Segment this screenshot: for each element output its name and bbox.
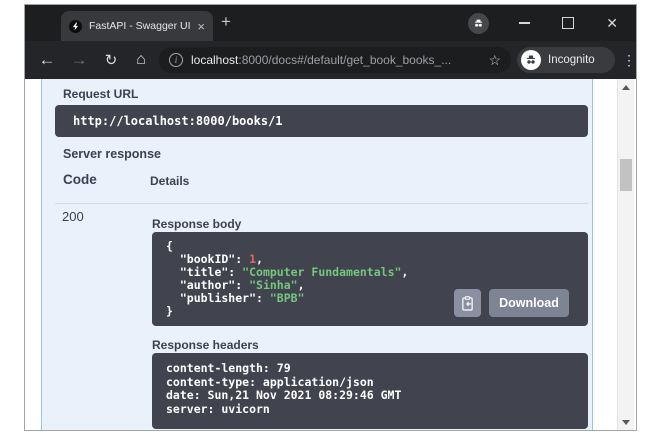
request-url-value: http://localhost:8000/books/1 bbox=[73, 114, 283, 128]
server-response-label: Server response bbox=[63, 147, 161, 161]
browser-titlebar: FastAPI - Swagger UI × + ✕ bbox=[25, 5, 636, 41]
request-url-box: http://localhost:8000/books/1 bbox=[55, 105, 588, 137]
browser-menu-icon[interactable]: ⋮ bbox=[621, 41, 637, 79]
reload-icon[interactable]: ↻ bbox=[98, 41, 124, 79]
address-bar[interactable]: i localhost:8000/docs#/default/get_book_… bbox=[159, 47, 511, 73]
response-headers-text: content-length: 79content-type: applicat… bbox=[166, 362, 574, 416]
browser-window: FastAPI - Swagger UI × + ✕ ← → ↻ ⌂ i loc… bbox=[24, 4, 637, 431]
tab-title: FastAPI - Swagger UI bbox=[89, 20, 191, 32]
incognito-label: Incognito bbox=[548, 54, 595, 66]
fastapi-favicon-icon bbox=[69, 20, 82, 33]
details-column-header: Details bbox=[150, 174, 189, 188]
swagger-page: Request URL http://localhost:8000/books/… bbox=[25, 79, 636, 431]
scroll-down-icon[interactable] bbox=[622, 420, 630, 425]
tab-close-icon[interactable]: × bbox=[197, 20, 205, 33]
swagger-operation-panel: Request URL http://localhost:8000/books/… bbox=[41, 79, 593, 431]
new-tab-icon[interactable]: + bbox=[221, 13, 231, 30]
url-text[interactable]: localhost:8000/docs#/default/get_book_bo… bbox=[191, 53, 482, 67]
browser-tab[interactable]: FastAPI - Swagger UI × bbox=[61, 11, 213, 41]
screenshot-canvas: FastAPI - Swagger UI × + ✕ ← → ↻ ⌂ i loc… bbox=[0, 0, 660, 440]
browser-toolbar: ← → ↻ ⌂ i localhost:8000/docs#/default/g… bbox=[25, 41, 636, 79]
maximize-icon[interactable] bbox=[562, 17, 574, 29]
scroll-up-icon[interactable] bbox=[622, 85, 630, 90]
minimize-icon[interactable] bbox=[519, 22, 530, 24]
incognito-profile-icon[interactable] bbox=[468, 13, 489, 34]
vertical-scrollbar[interactable] bbox=[617, 79, 634, 431]
home-icon[interactable]: ⌂ bbox=[128, 41, 154, 79]
response-headers-label: Response headers bbox=[152, 338, 259, 352]
response-body-label: Response body bbox=[152, 217, 241, 231]
page-info-icon[interactable]: i bbox=[169, 53, 183, 67]
status-code: 200 bbox=[62, 209, 84, 224]
url-path: :8000/docs#/default/get_book_books_... bbox=[238, 53, 451, 67]
response-headers-box: content-length: 79content-type: applicat… bbox=[152, 353, 588, 429]
window-controls: ✕ bbox=[468, 5, 636, 41]
code-column-header: Code bbox=[63, 172, 97, 187]
back-icon[interactable]: ← bbox=[34, 41, 60, 79]
request-url-label: Request URL bbox=[63, 87, 138, 101]
forward-icon[interactable]: → bbox=[66, 41, 92, 79]
bookmark-star-icon[interactable]: ☆ bbox=[488, 52, 501, 69]
incognito-spy-icon bbox=[521, 50, 541, 70]
incognito-badge: Incognito bbox=[517, 47, 615, 73]
window-close-icon[interactable]: ✕ bbox=[606, 16, 618, 30]
table-divider bbox=[55, 203, 588, 204]
url-host: localhost bbox=[191, 53, 238, 67]
response-body-box: { "bookID": 1, "title": "Computer Fundam… bbox=[152, 232, 588, 326]
download-button[interactable]: Download bbox=[489, 289, 569, 317]
copy-to-clipboard-button[interactable] bbox=[454, 289, 481, 317]
scrollbar-thumb[interactable] bbox=[620, 159, 632, 191]
